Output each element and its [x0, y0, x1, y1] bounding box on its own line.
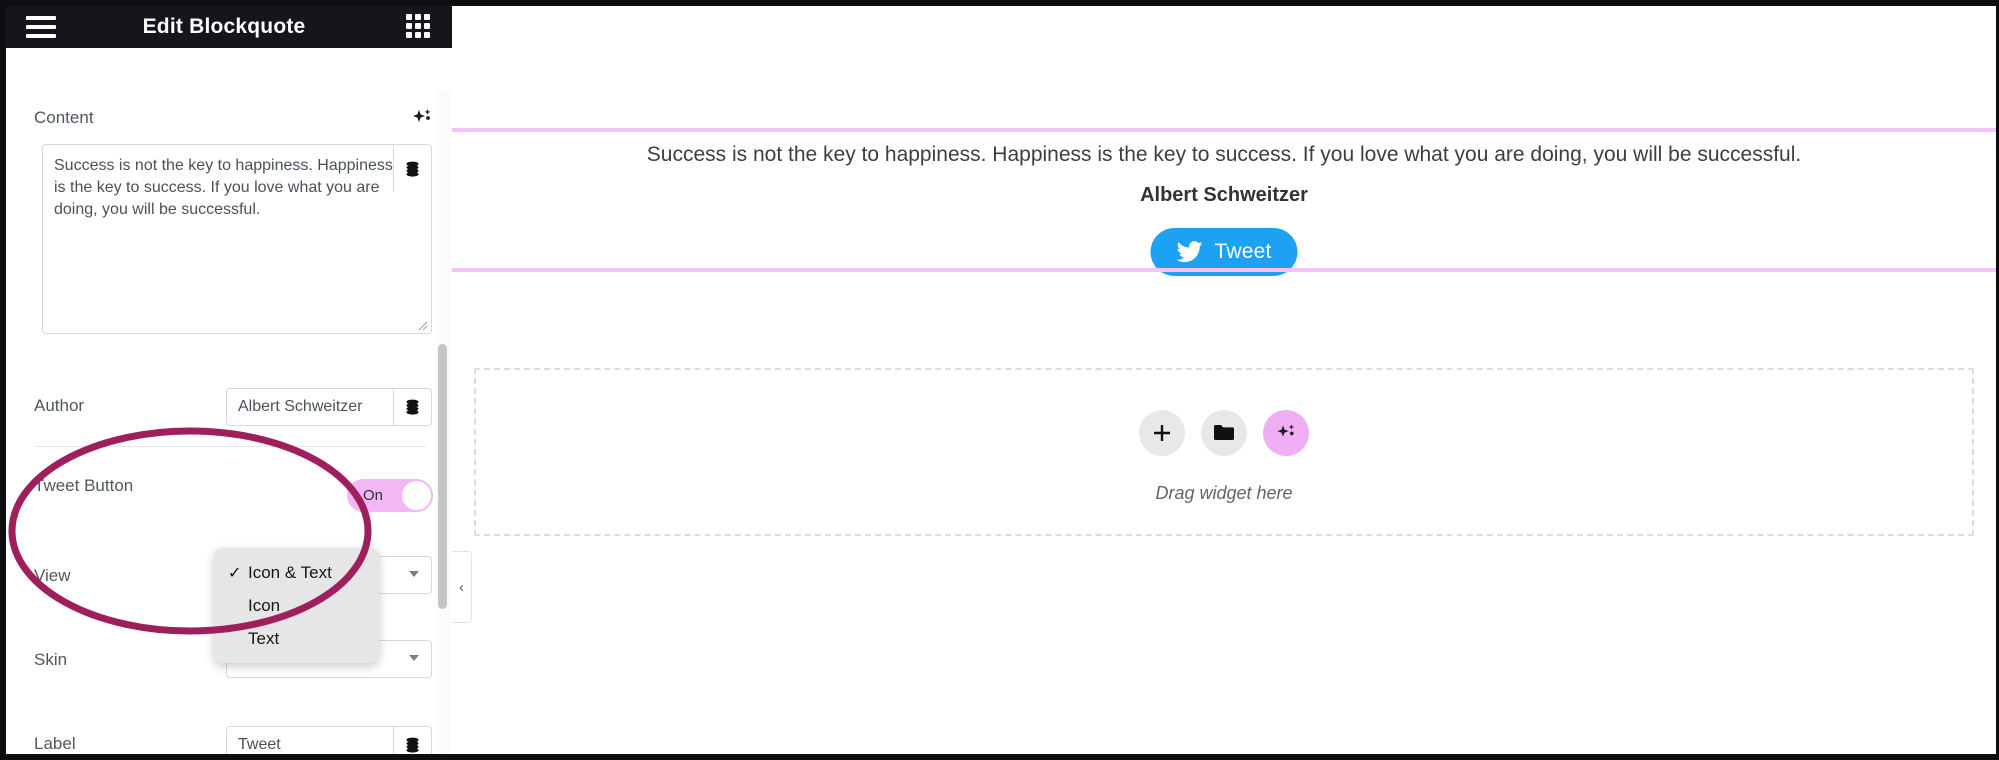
dropdown-option-text[interactable]: Text: [214, 622, 379, 655]
folder-icon: [1214, 425, 1234, 440]
window-frame-bottom: [0, 754, 1999, 760]
tweet-button-label: Tweet: [1214, 240, 1272, 263]
toggle-state-label: On: [363, 487, 384, 504]
label-field[interactable]: Tweet: [226, 726, 432, 754]
dynamic-tag-icon[interactable]: [393, 727, 431, 754]
panel-body: Content Success is not the key to happin…: [6, 48, 452, 754]
panel-scrollbar-thumb[interactable]: [438, 344, 447, 609]
label-field-value: Tweet: [238, 736, 281, 753]
author-field[interactable]: Albert Schweitzer: [226, 388, 432, 426]
panel-header: Edit Blockquote: [6, 6, 452, 48]
content-textarea-value: Success is not the key to happiness. Hap…: [54, 157, 398, 218]
preview-canvas: ‹ Success is not the key to happiness. H…: [452, 6, 1996, 754]
dropdown-option-icon[interactable]: Icon: [214, 589, 379, 622]
panel-divider: [34, 446, 426, 447]
dropdown-option-icon-and-text[interactable]: ✓ Icon & Text: [214, 556, 379, 589]
panel-collapse-toggle[interactable]: ‹: [452, 551, 472, 623]
dynamic-tag-icon[interactable]: [393, 389, 431, 425]
section-border-bottom: [452, 268, 1996, 272]
blockquote-author: Albert Schweitzer: [1140, 184, 1308, 206]
dropdown-option-label: Icon: [248, 595, 281, 615]
view-label: View: [34, 566, 71, 585]
dropdown-option-label: Icon & Text: [248, 562, 332, 582]
grid-apps-icon[interactable]: [406, 14, 432, 40]
chevron-left-icon: ‹: [459, 578, 464, 596]
blockquote-text: Success is not the key to happiness. Hap…: [646, 143, 1802, 166]
ai-sparkle-icon: [1277, 424, 1294, 437]
author-label: Author: [34, 396, 85, 415]
add-widget-button[interactable]: [1139, 410, 1185, 456]
skin-label: Skin: [34, 650, 68, 669]
content-textarea[interactable]: Success is not the key to happiness. Hap…: [42, 144, 432, 334]
chevron-down-icon: [409, 571, 419, 577]
textarea-resize-grip[interactable]: [416, 319, 428, 331]
section-border-top: [452, 128, 1996, 132]
chevron-down-icon: [409, 655, 419, 661]
plus-icon: [1154, 425, 1170, 441]
label-field-label: Label: [34, 734, 76, 753]
view-dropdown-menu[interactable]: ✓ Icon & Text Icon Text: [214, 548, 379, 663]
tweet-button-label: Tweet Button: [34, 476, 134, 495]
dropzone-actions: [1139, 410, 1309, 456]
elementor-editor-panel: Edit Blockquote Content Success is not t…: [6, 6, 452, 754]
tweet-button-toggle[interactable]: On: [347, 479, 433, 512]
author-field-value: Albert Schweitzer: [238, 398, 363, 415]
dynamic-tag-icon[interactable]: [393, 145, 431, 192]
dropzone-hint: Drag widget here: [1155, 483, 1293, 503]
twitter-bird-icon: [1176, 241, 1203, 263]
screenshot-root: Edit Blockquote Content Success is not t…: [0, 0, 1999, 760]
content-label: Content: [34, 108, 94, 127]
open-folder-button[interactable]: [1201, 410, 1247, 456]
ai-sparkle-icon[interactable]: [410, 106, 434, 130]
ai-widget-button[interactable]: [1263, 410, 1309, 456]
dropdown-option-label: Text: [248, 628, 280, 648]
check-icon: ✓: [228, 564, 242, 582]
panel-title: Edit Blockquote: [142, 15, 306, 38]
toggle-knob: [402, 481, 431, 510]
